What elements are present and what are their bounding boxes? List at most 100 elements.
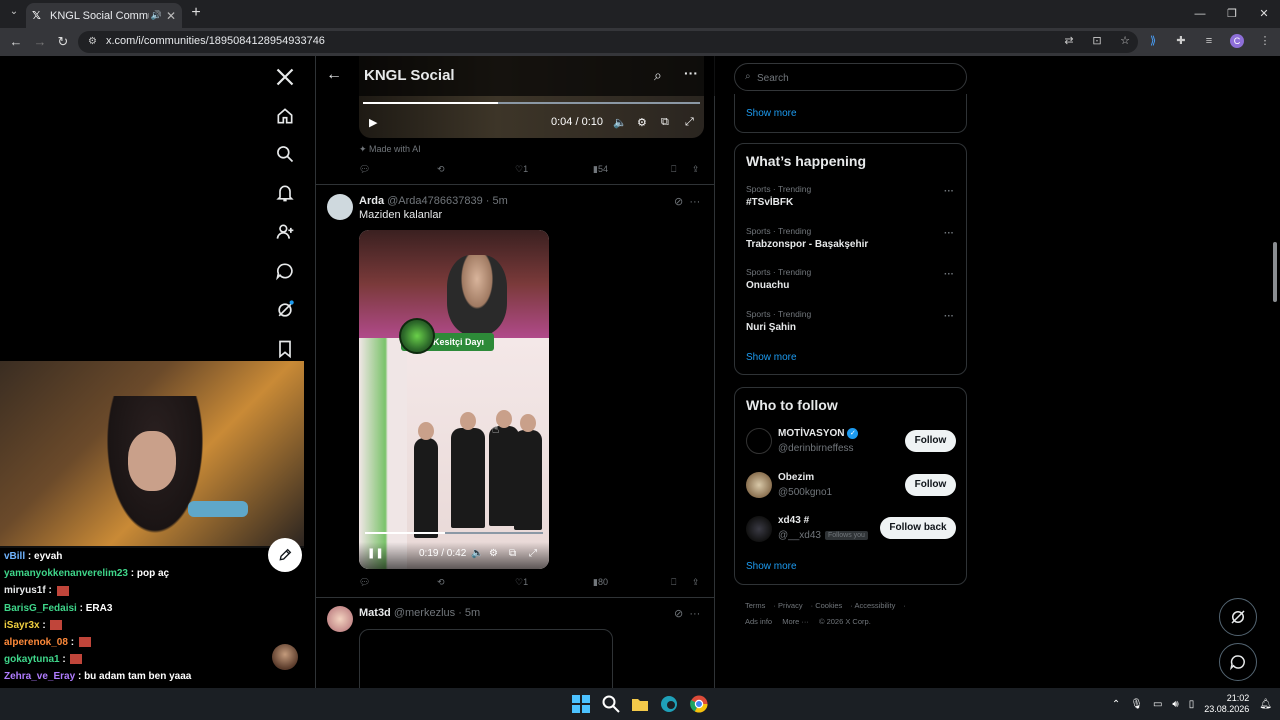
x-home-logo-icon[interactable] [266,58,304,96]
chat-username[interactable]: vBill [4,551,25,562]
fullscreen-icon[interactable]: ⤢ [685,116,694,129]
post-media[interactable] [359,629,613,688]
battery-icon[interactable]: ▯ [1189,699,1195,710]
video-progress-bar[interactable] [365,532,543,534]
grok-post-icon[interactable]: ⊘ ··· [674,607,700,620]
install-app-icon[interactable]: ⊡ [1090,34,1104,48]
reply-icon[interactable]: 💬︎ [359,164,370,175]
tab-search-icon[interactable]: ⌄ [6,6,22,22]
suggested-user-name[interactable]: MOTİVASYON ✓ [778,428,859,439]
close-window-icon[interactable]: ✕ [1248,0,1280,28]
minimize-icon[interactable]: — [1184,0,1216,28]
share-icon[interactable]: ⇪ [692,577,700,588]
explore-search-icon[interactable] [266,135,304,173]
trend-more-icon[interactable]: ··· [944,269,954,280]
settings-icon[interactable]: ⚙ [489,548,498,559]
user-avatar[interactable] [746,516,772,542]
cookies-link[interactable]: Cookies [815,601,842,610]
page-scrollbar[interactable] [1270,56,1280,688]
author-handle[interactable]: @Arda4786637839 [387,195,483,207]
pip-icon[interactable]: ⧉ [509,548,516,559]
back-icon[interactable]: ← [8,34,24,50]
user-avatar[interactable] [327,606,353,632]
fullscreen-icon[interactable]: ⤢ [529,548,537,559]
notifications-icon[interactable]: 🔔︎ [1259,699,1272,710]
like-button[interactable]: ♡ 1 [515,577,528,588]
kebab-menu-icon[interactable]: ⋮ [1258,34,1272,48]
taskbar-clock[interactable]: 21:02 23.08.2026 [1204,693,1249,715]
reply-icon[interactable]: 💬︎ [359,577,370,588]
grok-icon[interactable] [266,291,304,329]
follow-button[interactable]: Follow [905,474,956,496]
close-tab-icon[interactable]: ✕ [166,9,176,23]
edge-browser-icon[interactable] [659,694,679,714]
post-time[interactable]: · 5m [486,195,508,207]
search-input[interactable] [757,70,947,86]
site-info-icon[interactable]: ⚙ [88,36,100,48]
more-link[interactable]: More ··· [782,617,809,626]
user-avatar[interactable] [746,428,772,454]
back-arrow-icon[interactable]: ← [326,66,346,86]
scrollbar-thumb[interactable] [1273,242,1277,302]
volume-icon[interactable]: 🔈 [613,116,627,129]
trend-more-icon[interactable]: ··· [944,228,954,239]
forward-icon[interactable]: → [32,34,48,50]
profile-avatar[interactable]: C [1230,34,1244,48]
restore-icon[interactable]: ❐ [1216,0,1248,28]
bookmark-icon[interactable]: ⎕ [671,577,676,588]
new-tab-icon[interactable]: + [188,5,204,21]
author-name[interactable]: Arda [359,195,384,207]
media-icon[interactable]: ≡ [1202,34,1216,48]
taskbar-search-icon[interactable] [601,694,621,714]
chat-username[interactable]: gokaytuna1 [4,654,60,665]
ads-info-link[interactable]: Ads info [745,617,772,626]
like-button[interactable]: ♡ 1 [515,164,528,175]
privacy-link[interactable]: Privacy [778,601,803,610]
bookmark-icon[interactable]: ⎕ [671,164,676,175]
volume-icon[interactable]: 🔈 [471,548,483,559]
extension-icon[interactable]: ⟫ [1146,34,1160,48]
network-icon[interactable]: ▭ [1153,699,1162,710]
show-more-link[interactable]: Show more [746,352,797,363]
follow-button[interactable]: Follow [905,430,956,452]
search-field[interactable]: ⌕ [734,63,967,91]
repost-icon[interactable]: ⟲ [437,577,445,588]
repost-icon[interactable]: ⟲ [437,164,445,175]
messages-fab[interactable] [1219,643,1257,681]
trend-more-icon[interactable]: ··· [944,186,954,197]
translate-icon[interactable]: ⇄ [1062,34,1076,48]
show-more-link[interactable]: Show more [746,108,797,119]
more-options-icon[interactable]: ··· [684,65,698,81]
microphone-icon[interactable]: 🎙︎ [1130,699,1143,710]
browser-tab[interactable]: 𝕏 KNGL Social Community / X 🔊 ✕ [26,3,182,28]
home-icon[interactable] [266,97,304,135]
chat-username[interactable]: miryus1f [4,585,46,596]
pause-icon[interactable]: ❚❚ [367,548,384,559]
puzzle-icon[interactable]: ✚ [1174,34,1188,48]
grok-fab[interactable] [1219,598,1257,636]
follow-person-icon[interactable] [266,213,304,251]
compose-post-button[interactable] [268,538,302,572]
suggested-user-handle[interactable]: @500kgno1 [778,487,832,498]
user-avatar[interactable] [746,472,772,498]
share-icon[interactable]: ⇪ [692,164,700,175]
windows-start-icon[interactable] [571,694,591,714]
chat-username[interactable]: yamanyokkenanverelim23 [4,568,128,579]
file-explorer-icon[interactable] [630,694,650,714]
reload-icon[interactable]: ↻ [55,34,71,50]
suggested-user-handle[interactable]: @__xd43 Follows you [778,530,868,541]
video-progress-bar[interactable] [363,102,700,104]
chrome-browser-icon[interactable] [689,694,709,714]
views-button[interactable]: ▮ 54 [593,164,608,175]
trend-more-icon[interactable]: ··· [944,311,954,322]
notifications-bell-icon[interactable] [266,174,304,212]
speaker-icon[interactable]: 🔊 [151,10,162,21]
tray-overflow-icon[interactable]: ⌃ [1112,699,1120,710]
chat-username[interactable]: Zehra_ve_Eray [4,671,75,682]
views-button[interactable]: ▮ 80 [593,577,608,588]
author-handle[interactable]: @merkezlus [394,607,455,619]
grok-post-icon[interactable]: ⊘ ··· [674,195,700,208]
account-avatar[interactable] [272,644,298,670]
post-time[interactable]: · 5m [458,607,480,619]
volume-tray-icon[interactable]: 🔊︎ [1172,699,1178,710]
